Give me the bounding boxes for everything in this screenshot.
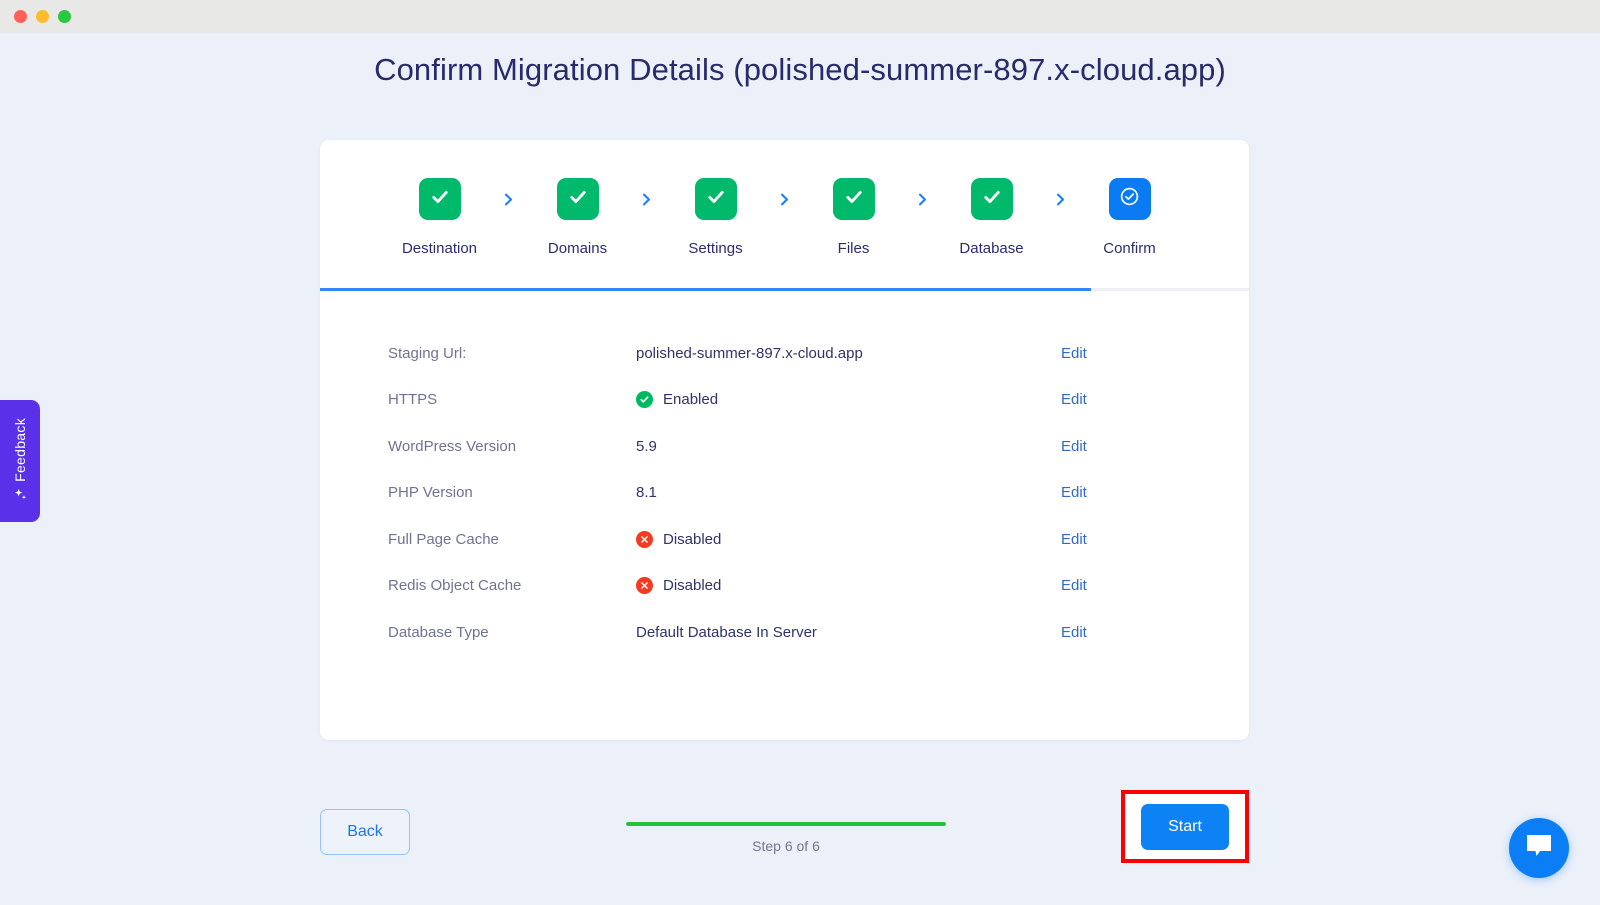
detail-row-full-page-cache: Full Page Cache Disabled Edit bbox=[388, 516, 1181, 563]
detail-value-text-full-page-cache: Disabled bbox=[663, 531, 721, 548]
detail-value-database-type: Default Database In Server bbox=[636, 624, 1061, 641]
detail-value-text-wordpress-version: 5.9 bbox=[636, 438, 657, 455]
chat-widget-button[interactable] bbox=[1509, 818, 1569, 878]
status-disabled-icon bbox=[636, 577, 653, 594]
detail-row-redis-object-cache: Redis Object Cache Disabled Edit bbox=[388, 563, 1181, 610]
detail-value-wordpress-version: 5.9 bbox=[636, 438, 1061, 455]
step-progress-bar: Destination Domains Settings Files Database C… bbox=[320, 178, 1249, 257]
start-button[interactable]: Start bbox=[1141, 804, 1229, 850]
detail-value-text-staging-url: polished-summer-897.x-cloud.app bbox=[636, 345, 863, 362]
step-settings-icon-box bbox=[695, 178, 737, 220]
check-icon bbox=[430, 187, 450, 212]
detail-value-php-version: 8.1 bbox=[636, 484, 1061, 501]
status-enabled-icon bbox=[636, 391, 653, 408]
status-disabled-icon bbox=[636, 531, 653, 548]
detail-row-database-type: Database TypeDefault Database In Server E… bbox=[388, 609, 1181, 656]
detail-label-database-type: Database Type bbox=[388, 624, 636, 641]
chevron-right-icon bbox=[772, 178, 798, 220]
detail-value-redis-object-cache: Disabled bbox=[636, 577, 1061, 594]
detail-row-wordpress-version: WordPress Version5.9 Edit bbox=[388, 423, 1181, 470]
step-domains[interactable]: Domains bbox=[522, 178, 634, 257]
migration-card: Destination Domains Settings Files Database C… bbox=[320, 140, 1249, 740]
wizard-footer: Back Step 6 of 6 Start bbox=[320, 790, 1249, 890]
edit-link-staging-url[interactable]: Edit bbox=[1061, 345, 1181, 362]
feedback-label: Feedback bbox=[12, 418, 28, 482]
detail-row-php-version: PHP Version8.1 Edit bbox=[388, 470, 1181, 517]
detail-label-staging-url: Staging Url: bbox=[388, 345, 636, 362]
detail-label-full-page-cache: Full Page Cache bbox=[388, 531, 636, 548]
wizard-progress: Step 6 of 6 bbox=[626, 822, 946, 854]
stepper-progress-track bbox=[320, 288, 1249, 291]
detail-value-full-page-cache: Disabled bbox=[636, 531, 1061, 548]
step-settings-label: Settings bbox=[688, 240, 742, 257]
detail-value-https: Enabled bbox=[636, 391, 1061, 408]
window-titlebar bbox=[0, 0, 1600, 33]
step-files-icon-box bbox=[833, 178, 875, 220]
edit-link-database-type[interactable]: Edit bbox=[1061, 624, 1181, 641]
detail-label-redis-object-cache: Redis Object Cache bbox=[388, 577, 636, 594]
step-files-label: Files bbox=[838, 240, 870, 257]
edit-link-redis-object-cache[interactable]: Edit bbox=[1061, 577, 1181, 594]
detail-value-text-database-type: Default Database In Server bbox=[636, 624, 817, 641]
detail-label-https: HTTPS bbox=[388, 391, 636, 408]
edit-link-https[interactable]: Edit bbox=[1061, 391, 1181, 408]
check-icon bbox=[568, 187, 588, 212]
step-domains-icon-box bbox=[557, 178, 599, 220]
minimize-window-button[interactable] bbox=[36, 10, 49, 23]
detail-row-staging-url: Staging Url:polished-summer-897.x-cloud.… bbox=[388, 330, 1181, 377]
detail-label-wordpress-version: WordPress Version bbox=[388, 438, 636, 455]
edit-link-php-version[interactable]: Edit bbox=[1061, 484, 1181, 501]
edit-link-wordpress-version[interactable]: Edit bbox=[1061, 438, 1181, 455]
sparkles-icon bbox=[13, 487, 28, 504]
detail-row-https: HTTPS Enabled Edit bbox=[388, 377, 1181, 424]
check-icon bbox=[706, 187, 726, 212]
chevron-right-icon bbox=[1048, 178, 1074, 220]
chevron-right-icon bbox=[634, 178, 660, 220]
step-settings[interactable]: Settings bbox=[660, 178, 772, 257]
step-database[interactable]: Database bbox=[936, 178, 1048, 257]
detail-value-staging-url: polished-summer-897.x-cloud.app bbox=[636, 345, 1061, 362]
step-database-icon-box bbox=[971, 178, 1013, 220]
check-icon bbox=[844, 187, 864, 212]
migration-details-table: Staging Url:polished-summer-897.x-cloud.… bbox=[320, 330, 1249, 656]
step-database-label: Database bbox=[959, 240, 1023, 257]
maximize-window-button[interactable] bbox=[58, 10, 71, 23]
step-destination[interactable]: Destination bbox=[384, 178, 496, 257]
step-confirm[interactable]: Confirm bbox=[1074, 178, 1186, 257]
chevron-right-icon bbox=[910, 178, 936, 220]
step-confirm-icon-box bbox=[1109, 178, 1151, 220]
step-destination-label: Destination bbox=[402, 240, 477, 257]
page-title: Confirm Migration Details (polished-summ… bbox=[0, 52, 1600, 88]
progress-track bbox=[626, 822, 946, 826]
app-window: Confirm Migration Details (polished-summ… bbox=[0, 0, 1600, 905]
step-files[interactable]: Files bbox=[798, 178, 910, 257]
step-confirm-label: Confirm bbox=[1103, 240, 1156, 257]
chevron-right-icon bbox=[496, 178, 522, 220]
start-button-highlight: Start bbox=[1121, 790, 1249, 863]
step-domains-label: Domains bbox=[548, 240, 607, 257]
step-counter-text: Step 6 of 6 bbox=[626, 838, 946, 854]
detail-value-text-redis-object-cache: Disabled bbox=[663, 577, 721, 594]
detail-value-text-https: Enabled bbox=[663, 391, 718, 408]
progress-fill bbox=[626, 822, 946, 826]
step-destination-icon-box bbox=[419, 178, 461, 220]
detail-value-text-php-version: 8.1 bbox=[636, 484, 657, 501]
back-button[interactable]: Back bbox=[320, 809, 410, 855]
feedback-tab[interactable]: Feedback bbox=[0, 400, 40, 522]
close-window-button[interactable] bbox=[14, 10, 27, 23]
chat-bubble-icon bbox=[1524, 832, 1554, 865]
stepper-progress-fill bbox=[320, 288, 1091, 291]
circle-check-icon bbox=[1119, 186, 1140, 212]
edit-link-full-page-cache[interactable]: Edit bbox=[1061, 531, 1181, 548]
detail-label-php-version: PHP Version bbox=[388, 484, 636, 501]
check-icon bbox=[982, 187, 1002, 212]
